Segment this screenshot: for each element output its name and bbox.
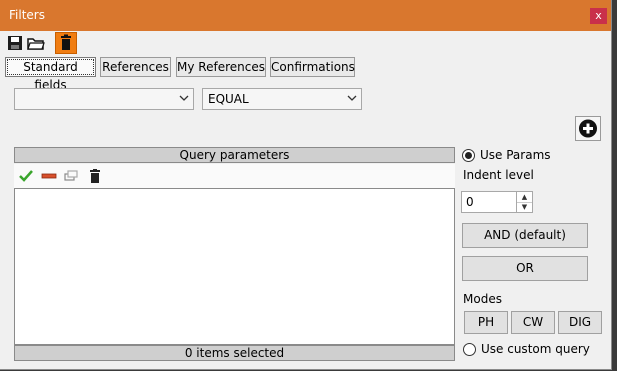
mode-ph-button[interactable]: PH — [464, 311, 508, 334]
open-folder-icon[interactable] — [27, 34, 45, 52]
close-button[interactable]: x — [590, 8, 607, 24]
tab-references[interactable]: References — [100, 57, 171, 77]
save-icon[interactable] — [6, 34, 24, 52]
add-condition-button[interactable] — [575, 116, 601, 141]
mode-cw-button[interactable]: CW — [511, 311, 555, 334]
check-icon[interactable] — [18, 168, 34, 184]
operator-select[interactable]: EQUAL — [202, 88, 362, 110]
tab-confirmations[interactable]: Confirmations — [270, 57, 355, 77]
query-toolbar — [14, 164, 455, 188]
indent-level-spinner[interactable]: 0 ▲ ▼ — [461, 191, 533, 213]
spinner-buttons: ▲ ▼ — [516, 192, 532, 212]
use-params-label: Use Params — [480, 148, 551, 162]
modes-label: Modes — [463, 292, 502, 306]
query-parameters-header: Query parameters — [14, 147, 455, 163]
copy-icon[interactable] — [63, 168, 79, 184]
trash-icon[interactable] — [87, 168, 103, 184]
selection-status: 0 items selected — [14, 345, 455, 361]
trash-icon — [61, 34, 71, 50]
remove-icon[interactable] — [41, 168, 57, 184]
operator-select-value: EQUAL — [208, 92, 249, 106]
field-select[interactable] — [14, 88, 194, 110]
indent-level-value: 0 — [466, 195, 474, 209]
filters-window: Filters x Standard fields References My … — [0, 0, 612, 370]
tab-my-references[interactable]: My References — [176, 57, 266, 77]
tab-standard-fields[interactable]: Standard fields — [5, 57, 96, 92]
plus-circle-icon — [579, 119, 597, 138]
spinner-down-icon[interactable]: ▼ — [517, 202, 532, 212]
or-button[interactable]: OR — [462, 256, 588, 281]
and-default-button[interactable]: AND (default) — [462, 223, 588, 248]
query-parameters-list[interactable] — [14, 188, 455, 345]
chevron-down-icon — [347, 95, 357, 101]
window-title: Filters — [9, 8, 45, 22]
use-custom-query-label: Use custom query — [481, 342, 590, 356]
indent-level-label: Indent level — [463, 168, 534, 182]
delete-filter-button[interactable] — [55, 32, 77, 54]
chevron-down-icon — [179, 95, 189, 101]
title-bar[interactable]: Filters x — [0, 0, 611, 31]
mode-dig-button[interactable]: DIG — [558, 311, 602, 334]
use-params-radio[interactable] — [462, 149, 475, 162]
use-custom-query-radio[interactable] — [463, 343, 476, 356]
